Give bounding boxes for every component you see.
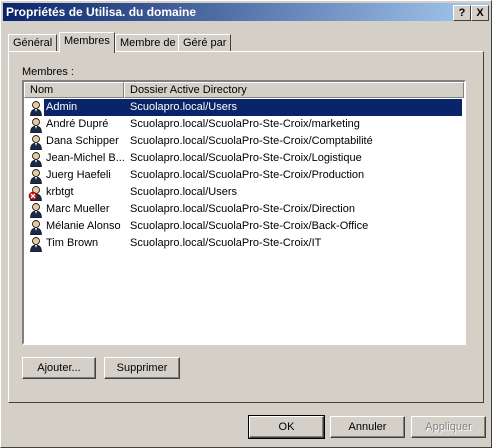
member-name: krbtgt bbox=[46, 186, 74, 198]
apply-button-label: Appliquer bbox=[425, 421, 472, 433]
member-row[interactable]: Dana Schipper Scuolapro.local/ScuolaPro-S… bbox=[24, 133, 464, 151]
member-row[interactable]: Juerg Haefeli Scuolapro.local/ScuolaPro-S… bbox=[24, 167, 464, 185]
remove-button[interactable]: Supprimer bbox=[104, 357, 180, 379]
members-label: Membres : bbox=[22, 66, 74, 78]
user-icon bbox=[28, 236, 44, 253]
member-name: Marc Mueller bbox=[46, 203, 110, 215]
user-icon bbox=[28, 202, 44, 219]
help-button[interactable]: ? bbox=[453, 5, 471, 21]
add-button[interactable]: Ajouter... bbox=[22, 357, 96, 379]
user-icon bbox=[28, 219, 44, 236]
column-header-folder[interactable]: Dossier Active Directory bbox=[124, 82, 464, 98]
member-folder: Scuolapro.local/Users bbox=[130, 101, 237, 113]
tab-general[interactable]: Général bbox=[8, 34, 58, 52]
user-icon bbox=[28, 151, 44, 168]
member-name: Mélanie Alonso bbox=[46, 220, 121, 232]
member-row[interactable]: André Dupré Scuolapro.local/ScuolaPro-Ste… bbox=[24, 116, 464, 134]
cancel-button[interactable]: Annuler bbox=[330, 416, 405, 438]
member-row[interactable]: Tim Brown Scuolapro.local/ScuolaPro-Ste-C… bbox=[24, 235, 464, 253]
column-header-name[interactable]: Nom bbox=[24, 82, 124, 98]
title-bar[interactable]: Propriétés de Utilisa. du domaine ? X bbox=[3, 3, 489, 21]
member-folder: Scuolapro.local/ScuolaPro-Ste-Croix/Logi… bbox=[130, 152, 362, 164]
disabled-user-icon bbox=[28, 185, 44, 202]
close-button[interactable]: X bbox=[471, 5, 489, 21]
tab-managed-by[interactable]: Géré par bbox=[178, 34, 232, 52]
add-button-label: Ajouter... bbox=[37, 362, 81, 374]
member-folder: Scuolapro.local/ScuolaPro-Ste-Croix/IT bbox=[130, 237, 322, 249]
member-row[interactable]: krbtgt Scuolapro.local/Users bbox=[24, 184, 464, 202]
member-folder: Scuolapro.local/ScuolaPro-Ste-Croix/Comp… bbox=[130, 135, 373, 147]
remove-button-label: Supprimer bbox=[116, 362, 168, 374]
member-name: Jean-Michel B... bbox=[46, 152, 124, 164]
member-name: Tim Brown bbox=[46, 237, 99, 249]
ok-button[interactable]: OK bbox=[248, 415, 325, 439]
member-name: Dana Schipper bbox=[46, 135, 119, 147]
member-name: Admin bbox=[46, 101, 78, 113]
member-row[interactable]: Admin Scuolapro.local/Users bbox=[24, 99, 464, 117]
members-list[interactable]: Nom Dossier Active Directory Admin Scuola… bbox=[22, 80, 466, 345]
member-row[interactable]: Mélanie Alonso Scuolapro.local/ScuolaPro-… bbox=[24, 218, 464, 236]
user-icon bbox=[28, 134, 44, 151]
window-title: Propriétés de Utilisa. du domaine bbox=[6, 5, 197, 19]
tab-members[interactable]: Membres bbox=[59, 32, 115, 53]
cancel-button-label: Annuler bbox=[348, 421, 387, 433]
member-row[interactable]: Marc Mueller Scuolapro.local/ScuolaPro-St… bbox=[24, 201, 464, 219]
member-folder: Scuolapro.local/ScuolaPro-Ste-Croix/Back… bbox=[130, 220, 369, 232]
tab-member-of[interactable]: Membre de bbox=[115, 34, 181, 52]
member-folder: Scuolapro.local/ScuolaPro-Ste-Croix/Prod… bbox=[130, 169, 365, 181]
user-icon bbox=[28, 168, 44, 185]
member-name: Juerg Haefeli bbox=[46, 169, 111, 181]
member-name: André Dupré bbox=[46, 118, 109, 130]
ok-button-label: OK bbox=[278, 421, 295, 433]
apply-button[interactable]: Appliquer bbox=[411, 416, 486, 438]
member-folder: Scuolapro.local/ScuolaPro-Ste-Croix/Dire… bbox=[130, 203, 355, 215]
user-icon bbox=[28, 100, 44, 117]
member-folder: Scuolapro.local/Users bbox=[130, 186, 237, 198]
member-folder: Scuolapro.local/ScuolaPro-Ste-Croix/mark… bbox=[130, 118, 360, 130]
member-row[interactable]: Jean-Michel B... Scuolapro.local/ScuolaPr… bbox=[24, 150, 464, 168]
user-icon bbox=[28, 117, 44, 134]
